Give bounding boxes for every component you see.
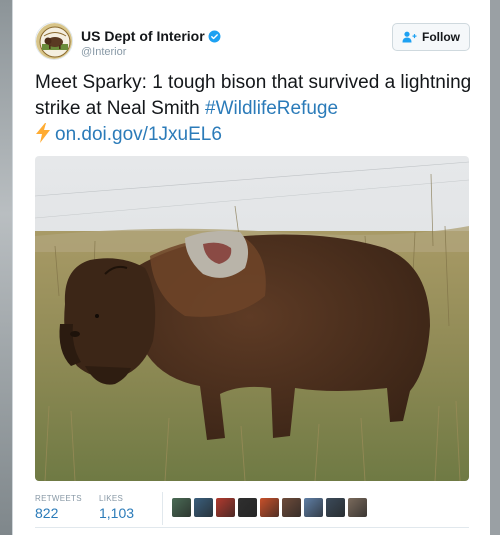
tweet-url-link[interactable]: on.doi.gov/1JxuEL6 — [55, 124, 222, 145]
follow-button-label: Follow — [422, 30, 460, 44]
account-name-text[interactable]: US Dept of Interior — [81, 28, 205, 44]
retweets-label: RETWEETS — [35, 494, 82, 503]
card-divider — [35, 527, 469, 528]
bison-seal-icon — [36, 23, 72, 59]
tweet-card: US Dept of Interior @Interior Follow Mee… — [12, 0, 490, 535]
add-user-icon — [402, 31, 417, 43]
background-window-edge — [0, 0, 12, 535]
avatar[interactable] — [35, 22, 73, 60]
liker-avatars — [172, 498, 367, 517]
liker-avatar[interactable] — [238, 498, 257, 517]
hashtag-link[interactable]: #WildlifeRefuge — [205, 98, 338, 119]
liker-avatar[interactable] — [260, 498, 279, 517]
lightning-bolt-icon — [35, 123, 51, 143]
likes-label: LIKES — [99, 494, 124, 503]
follow-button[interactable]: Follow — [392, 23, 470, 51]
stats-divider — [162, 492, 163, 525]
liker-avatar[interactable] — [348, 498, 367, 517]
liker-avatar[interactable] — [282, 498, 301, 517]
tweet-text: Meet Sparky: 1 tough bison that survived… — [35, 70, 475, 148]
liker-avatar[interactable] — [216, 498, 235, 517]
background-window-edge-right — [492, 0, 500, 535]
bison-photo[interactable] — [35, 156, 469, 481]
retweets-count[interactable]: 822 — [35, 505, 58, 521]
liker-avatar[interactable] — [172, 498, 191, 517]
likes-count[interactable]: 1,103 — [99, 505, 134, 521]
account-handle[interactable]: @Interior — [81, 46, 126, 58]
verified-badge-icon — [208, 30, 221, 46]
liker-avatar[interactable] — [194, 498, 213, 517]
liker-avatar[interactable] — [326, 498, 345, 517]
account-name[interactable]: US Dept of Interior — [81, 28, 221, 46]
liker-avatar[interactable] — [304, 498, 323, 517]
